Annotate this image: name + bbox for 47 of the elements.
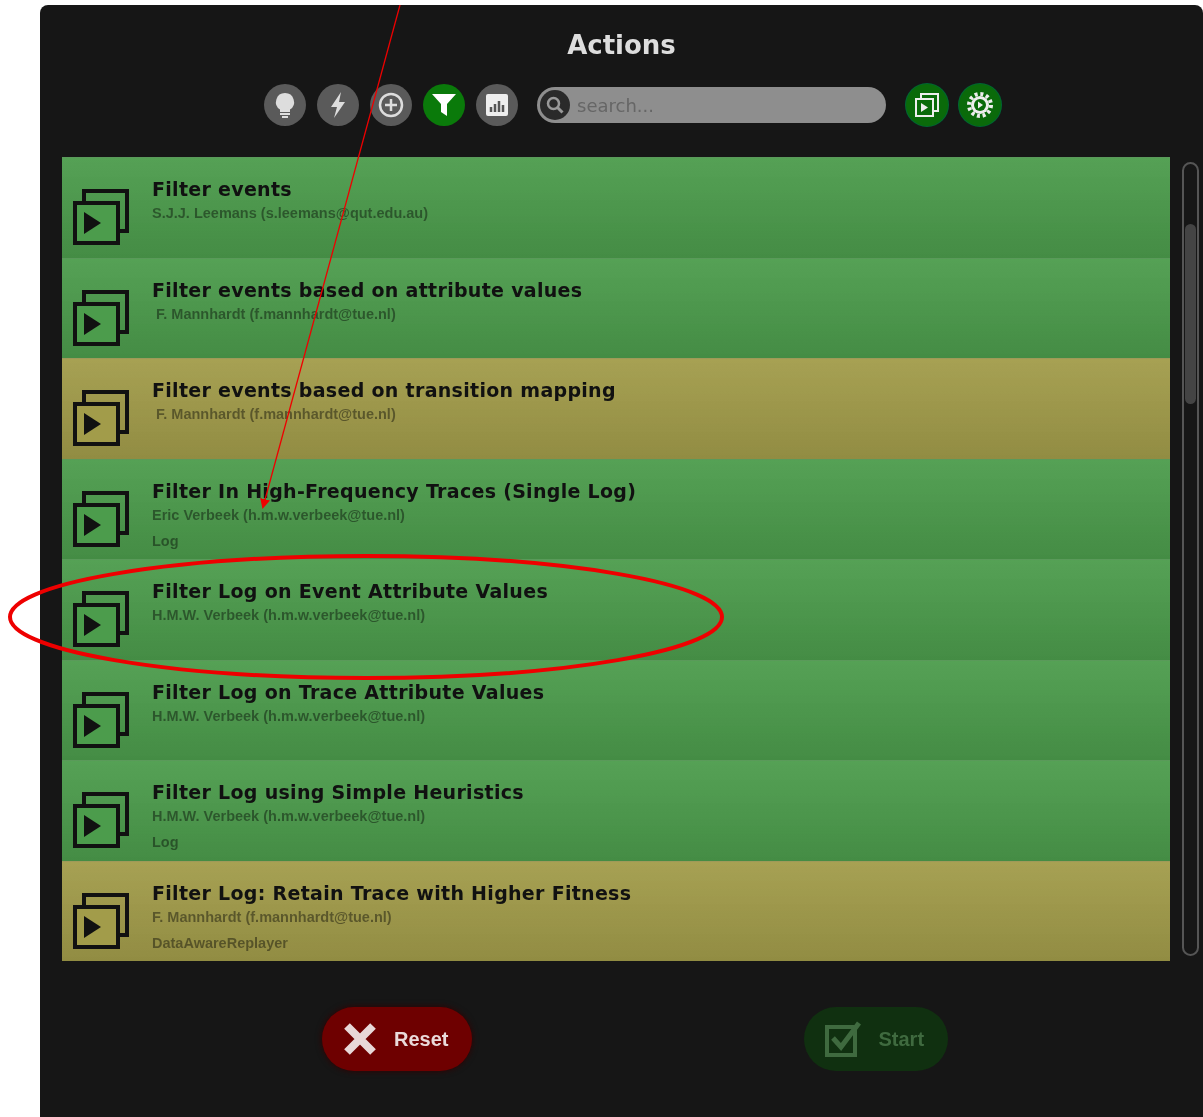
filter-icon bbox=[432, 94, 456, 116]
checkbox-icon bbox=[824, 1020, 863, 1058]
action-item[interactable]: Filter Log on Trace Attribute Values H.M.W. Verbeek (h.m.w.verbeek@tue.nl) bbox=[62, 659, 1170, 760]
play-stack-icon bbox=[72, 188, 130, 246]
lightning-icon bbox=[330, 92, 346, 118]
action-title: Filter events bbox=[152, 178, 292, 200]
action-title: Filter events based on transition mapping bbox=[152, 379, 616, 401]
scrollbar-thumb[interactable] bbox=[1185, 224, 1196, 404]
lightbulb-button[interactable] bbox=[264, 84, 306, 126]
bar-chart-icon bbox=[486, 94, 508, 116]
play-stack-icon bbox=[72, 791, 130, 849]
play-stack-icon bbox=[914, 92, 940, 118]
play-stack-icon bbox=[72, 690, 130, 749]
scrollbar[interactable] bbox=[1182, 162, 1199, 956]
filter-button[interactable] bbox=[423, 84, 465, 126]
play-stack-icon bbox=[72, 891, 130, 950]
action-author: H.M.W. Verbeek (h.m.w.verbeek@tue.nl) bbox=[152, 606, 426, 625]
plus-icon bbox=[378, 92, 404, 118]
lightbulb-icon bbox=[274, 92, 296, 118]
action-item[interactable]: Filter Log: Retain Trace with Higher Fitness F. Mannhardt (f.mannhardt@tue.nl) DataAwareReplayer bbox=[62, 860, 1170, 961]
action-category: DataAwareReplayer bbox=[152, 933, 288, 953]
action-title: Filter Log: Retain Trace with Higher Fitness bbox=[152, 881, 632, 904]
play-stack-icon bbox=[72, 590, 130, 648]
gear-play-button[interactable] bbox=[959, 84, 1001, 126]
action-item[interactable]: Filter Log using Simple Heuristics H.M.W. Verbeek (h.m.w.verbeek@tue.nl) Log bbox=[62, 760, 1170, 861]
play-stack-icon bbox=[72, 288, 130, 347]
action-title: Filter Log using Simple Heuristics bbox=[152, 781, 524, 803]
chart-button[interactable] bbox=[476, 84, 518, 126]
window-title: Actions bbox=[567, 29, 676, 61]
action-title: Filter Log on Trace Attribute Values bbox=[152, 680, 545, 703]
action-author: F. Mannhardt (f.mannhardt@tue.nl) bbox=[152, 907, 392, 927]
lightning-button[interactable] bbox=[317, 84, 359, 126]
action-author: H.M.W. Verbeek (h.m.w.verbeek@tue.nl) bbox=[152, 706, 426, 726]
play-stack-icon bbox=[72, 489, 130, 548]
action-author: Eric Verbeek (h.m.w.verbeek@tue.nl) bbox=[152, 505, 405, 525]
action-title: Filter Log on Event Attribute Values bbox=[152, 580, 548, 602]
action-item[interactable]: Filter Log on Event Attribute Values H.M.W. Verbeek (h.m.w.verbeek@tue.nl) bbox=[62, 559, 1170, 660]
play-stack-icon bbox=[72, 389, 130, 447]
close-icon bbox=[342, 1021, 378, 1057]
add-button[interactable] bbox=[370, 84, 412, 126]
action-category: Log bbox=[152, 833, 179, 852]
reset-button[interactable]: Reset bbox=[322, 1007, 473, 1071]
search-icon bbox=[539, 89, 571, 121]
action-author: H.M.W. Verbeek (h.m.w.verbeek@tue.nl) bbox=[152, 807, 426, 826]
action-category: Log bbox=[152, 531, 179, 551]
gear-play-icon bbox=[966, 91, 994, 119]
play-stack-button[interactable] bbox=[906, 84, 948, 126]
